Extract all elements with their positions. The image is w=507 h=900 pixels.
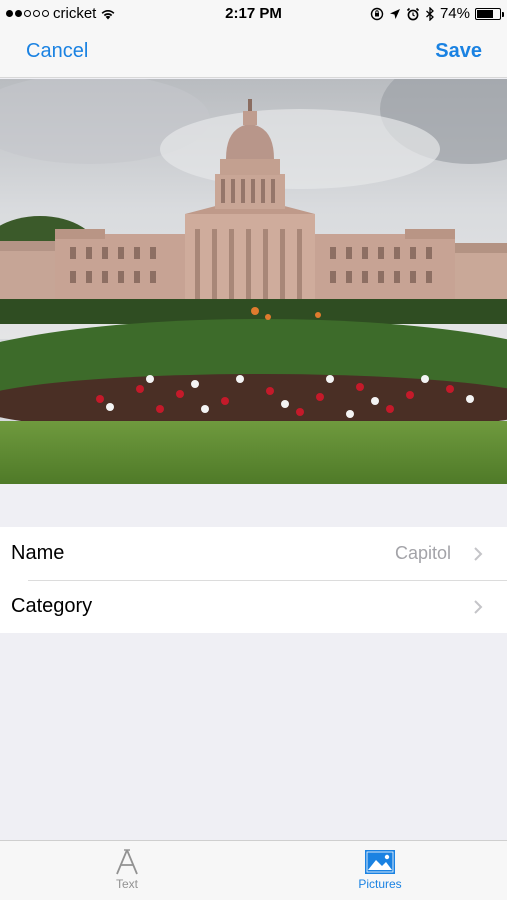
alarm-icon	[406, 7, 420, 20]
chevron-right-icon	[474, 547, 483, 561]
chevron-right-icon	[474, 600, 483, 614]
navigation-bar: Cancel Save	[0, 28, 507, 78]
details-form: Name Capitol Category	[0, 527, 507, 633]
rotation-lock-icon	[370, 7, 384, 20]
name-label: Name	[11, 542, 65, 564]
status-indicators: 74%	[370, 5, 504, 22]
tab-pictures[interactable]: Pictures	[320, 841, 440, 900]
capitol-photo[interactable]	[0, 79, 507, 484]
tab-bar: Text Pictures	[0, 840, 507, 900]
save-button[interactable]: Save	[435, 40, 482, 63]
tab-text[interactable]: Text	[67, 841, 187, 900]
location-arrow-icon	[389, 8, 400, 19]
bluetooth-icon	[426, 6, 434, 21]
photo-image	[0, 79, 507, 484]
battery-icon	[475, 7, 504, 20]
category-label: Category	[11, 595, 93, 617]
tab-text-label: Text	[115, 877, 138, 891]
tab-pictures-label: Pictures	[358, 877, 402, 891]
cancel-button[interactable]: Cancel	[26, 40, 88, 63]
battery-percent: 74%	[439, 5, 470, 22]
name-row[interactable]: Name Capitol	[0, 527, 507, 580]
category-row[interactable]: Category	[0, 580, 507, 633]
text-a-icon	[116, 849, 138, 875]
status-bar: cricket 2:17 PM 74%	[0, 0, 507, 28]
picture-icon	[365, 850, 395, 874]
name-value: Capitol	[394, 543, 451, 563]
